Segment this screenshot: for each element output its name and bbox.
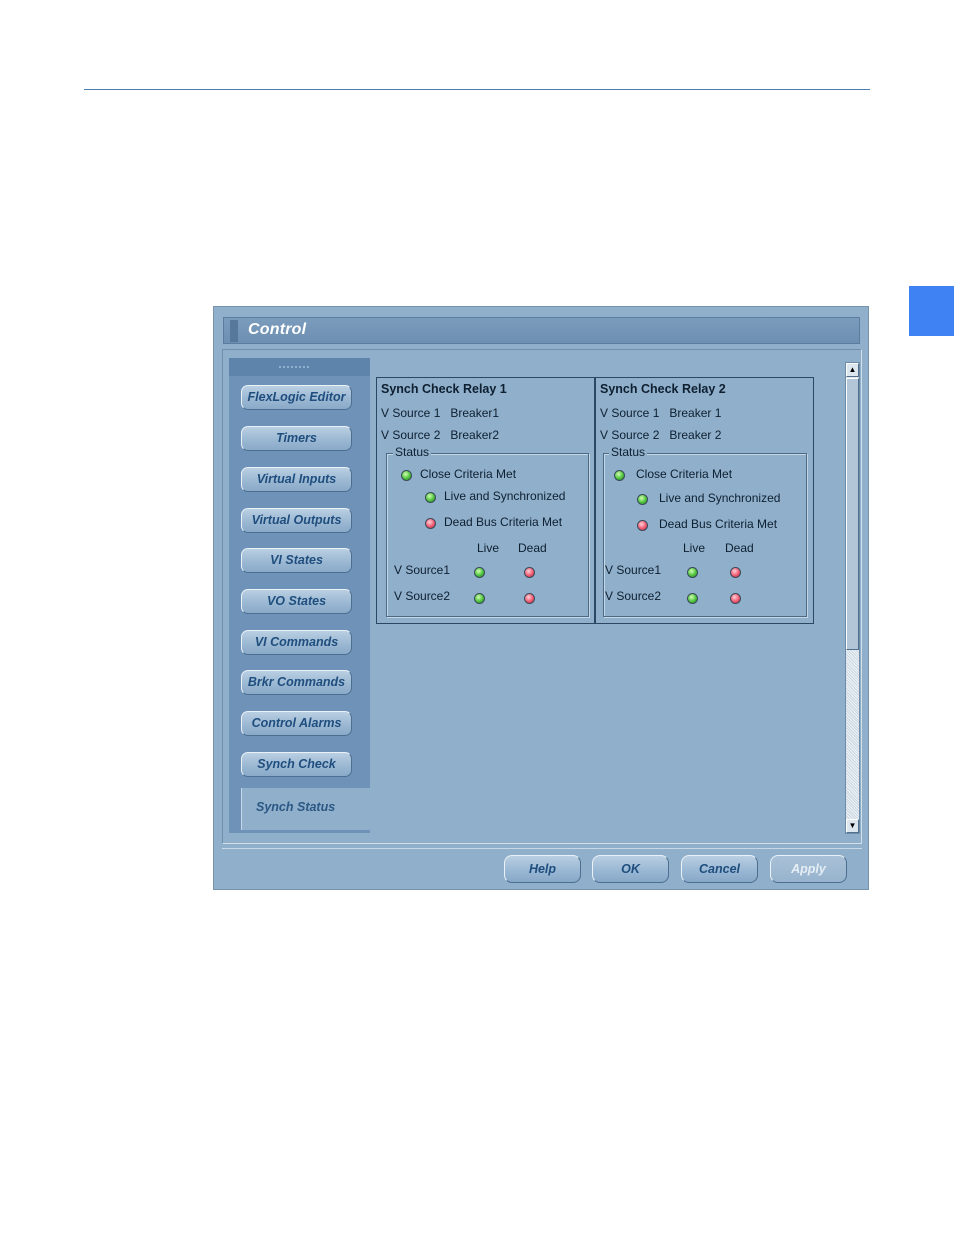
nav-virtual-inputs-button[interactable]: Virtual Inputs [241,467,352,492]
vsource2-row: V Source 2 Breaker2 [381,428,499,442]
source2-row-label: V Source2 [394,589,451,603]
status-label: Status [609,445,648,459]
content-panel: FlexLogic Editor Timers Virtual Inputs V… [222,349,862,844]
source1-dead-led-icon [730,567,741,578]
source2-dead-led-icon [524,593,535,604]
title-bar: Control [223,317,860,344]
source1-row-label: V Source1 [605,563,662,577]
source2-live-led-icon [687,593,698,604]
dead-bus-led-icon [425,518,436,529]
close-criteria-label: Close Criteria Met [636,467,733,481]
vsource2-value: Breaker 2 [669,428,722,442]
relay-2-panel: Synch Check Relay 2 V Source 1 Breaker 1 … [595,377,814,624]
live-sync-led-icon [425,492,436,503]
col-dead-header: Dead [518,541,547,555]
nav-brkr-commands-button[interactable]: Brkr Commands [241,670,352,695]
vsource1-label: V Source 1 [381,406,441,420]
vsource1-row: V Source 1 Breaker1 [381,406,499,420]
nav-panel: FlexLogic Editor Timers Virtual Inputs V… [229,358,370,833]
chapter-side-tab [909,286,954,336]
vsource1-value: Breaker 1 [669,406,722,420]
relay-1-panel: Synch Check Relay 1 V Source 1 Breaker1 V… [376,377,595,624]
button-bar-divider [222,848,862,849]
status-label: Status [393,445,432,459]
nav-grip[interactable] [229,358,370,376]
window-title: Control [248,321,307,338]
source1-dead-led-icon [524,567,535,578]
scroll-thumb[interactable] [846,378,859,650]
nav-vo-states-button[interactable]: VO States [241,589,352,614]
dead-bus-led-icon [637,520,648,531]
close-criteria-led-icon [614,470,625,481]
nav-vi-commands-button[interactable]: VI Commands [241,630,352,655]
nav-synch-check-button[interactable]: Synch Check [241,752,352,777]
control-window: Control FlexLogic Editor Timers Virtual … [213,306,869,890]
col-dead-header: Dead [725,541,754,555]
source2-row-label: V Source2 [605,589,662,603]
apply-button[interactable]: Apply [770,855,847,883]
title-accent [230,320,238,342]
relay-title: Synch Check Relay 1 [381,382,507,396]
vsource2-label: V Source 2 [381,428,441,442]
vsource1-label: V Source 1 [600,406,660,420]
nav-virtual-outputs-button[interactable]: Virtual Outputs [241,508,352,533]
nav-synch-status-tab[interactable]: Synch Status [241,788,370,830]
col-live-header: Live [683,541,706,555]
dead-bus-label: Dead Bus Criteria Met [659,517,778,531]
vsource1-row: V Source 1 Breaker 1 [600,406,721,420]
vsource2-label: V Source 2 [600,428,660,442]
source1-row-label: V Source1 [394,563,451,577]
vsource1-value: Breaker1 [450,406,500,420]
cancel-button[interactable]: Cancel [681,855,758,883]
source1-live-led-icon [474,567,485,578]
vsource2-value: Breaker2 [450,428,500,442]
scroll-up-arrow-icon[interactable]: ▲ [846,363,859,377]
nav-flexlogic-editor-button[interactable]: FlexLogic Editor [241,385,352,410]
vsource2-row: V Source 2 Breaker 2 [600,428,721,442]
nav-control-alarms-button[interactable]: Control Alarms [241,711,352,736]
col-live-header: Live [477,541,500,555]
dead-bus-label: Dead Bus Criteria Met [444,515,563,529]
live-sync-led-icon [637,494,648,505]
help-button[interactable]: Help [504,855,581,883]
vertical-scrollbar[interactable]: ▲ ▼ [845,362,860,834]
source1-live-led-icon [687,567,698,578]
nav-timers-button[interactable]: Timers [241,426,352,451]
ok-button[interactable]: OK [592,855,669,883]
live-sync-label: Live and Synchronized [444,489,566,503]
scroll-down-arrow-icon[interactable]: ▼ [846,819,859,833]
relay-title: Synch Check Relay 2 [600,382,726,396]
live-sync-label: Live and Synchronized [659,491,781,505]
close-criteria-label: Close Criteria Met [420,467,517,481]
nav-vi-states-button[interactable]: VI States [241,548,352,573]
source2-live-led-icon [474,593,485,604]
source2-dead-led-icon [730,593,741,604]
page-top-rule [84,89,870,90]
close-criteria-led-icon [401,470,412,481]
